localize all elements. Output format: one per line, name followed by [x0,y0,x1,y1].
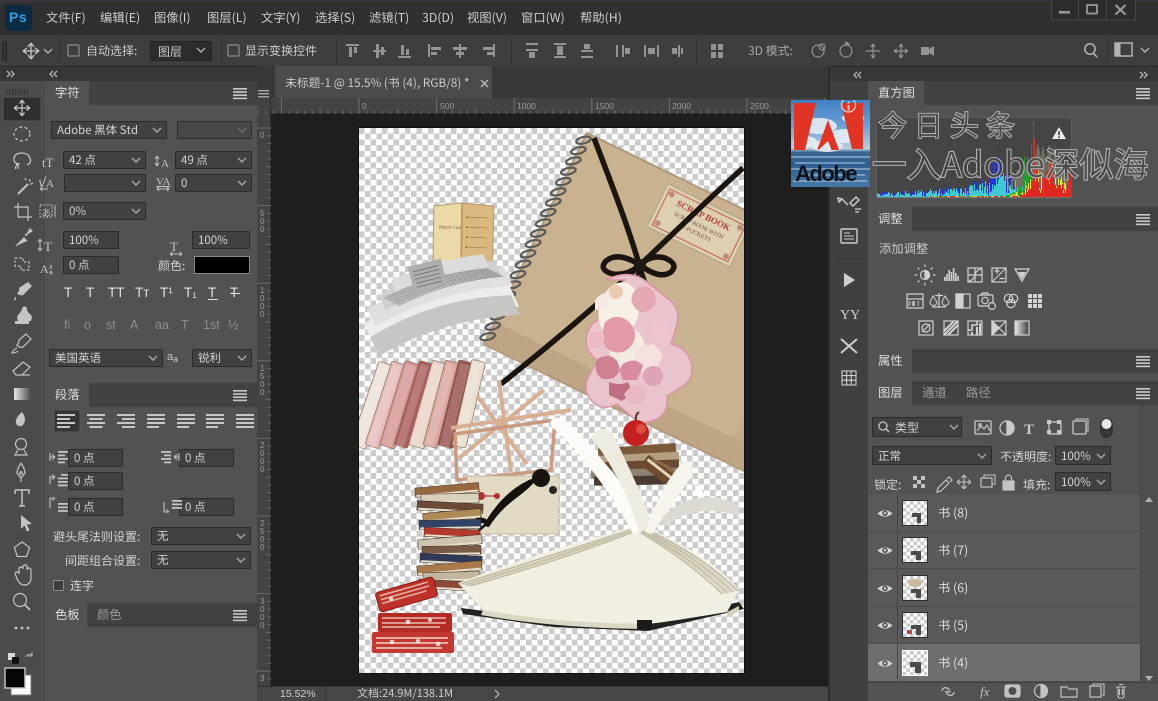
svg-text:T: T [44,239,52,254]
svg-text:A: A [40,262,49,276]
svg-text:T: T [1024,422,1034,438]
svg-text:2500: 2500 [750,101,769,111]
svg-text:0: 0 [362,101,367,111]
svg-text:0: 0 [260,543,265,552]
svg-text:0: 0 [260,621,265,630]
svg-text:a: a [49,262,53,271]
svg-text:2000: 2000 [672,101,691,111]
svg-text:tT: tT [42,155,54,170]
svg-text:Report Card: Report Card [439,224,462,230]
svg-text:A: A [161,158,169,170]
svg-text:0: 0 [260,465,265,474]
svg-text:0: 0 [260,310,265,319]
svg-text:0: 0 [260,225,265,234]
svg-text:0: 0 [260,388,265,397]
svg-text:500: 500 [440,101,454,111]
svg-text:VA: VA [156,176,171,188]
svg-text:Adobe: Adobe [795,161,857,186]
svg-text:fx: fx [980,684,990,699]
svg-text:0: 0 [260,131,265,140]
svg-text:1000: 1000 [517,101,536,111]
svg-text:YY: YY [840,308,860,323]
svg-text:3: 3 [260,674,265,683]
svg-text:A: A [46,178,54,190]
svg-text:1500: 1500 [595,101,614,111]
svg-text:T: T [170,239,178,254]
